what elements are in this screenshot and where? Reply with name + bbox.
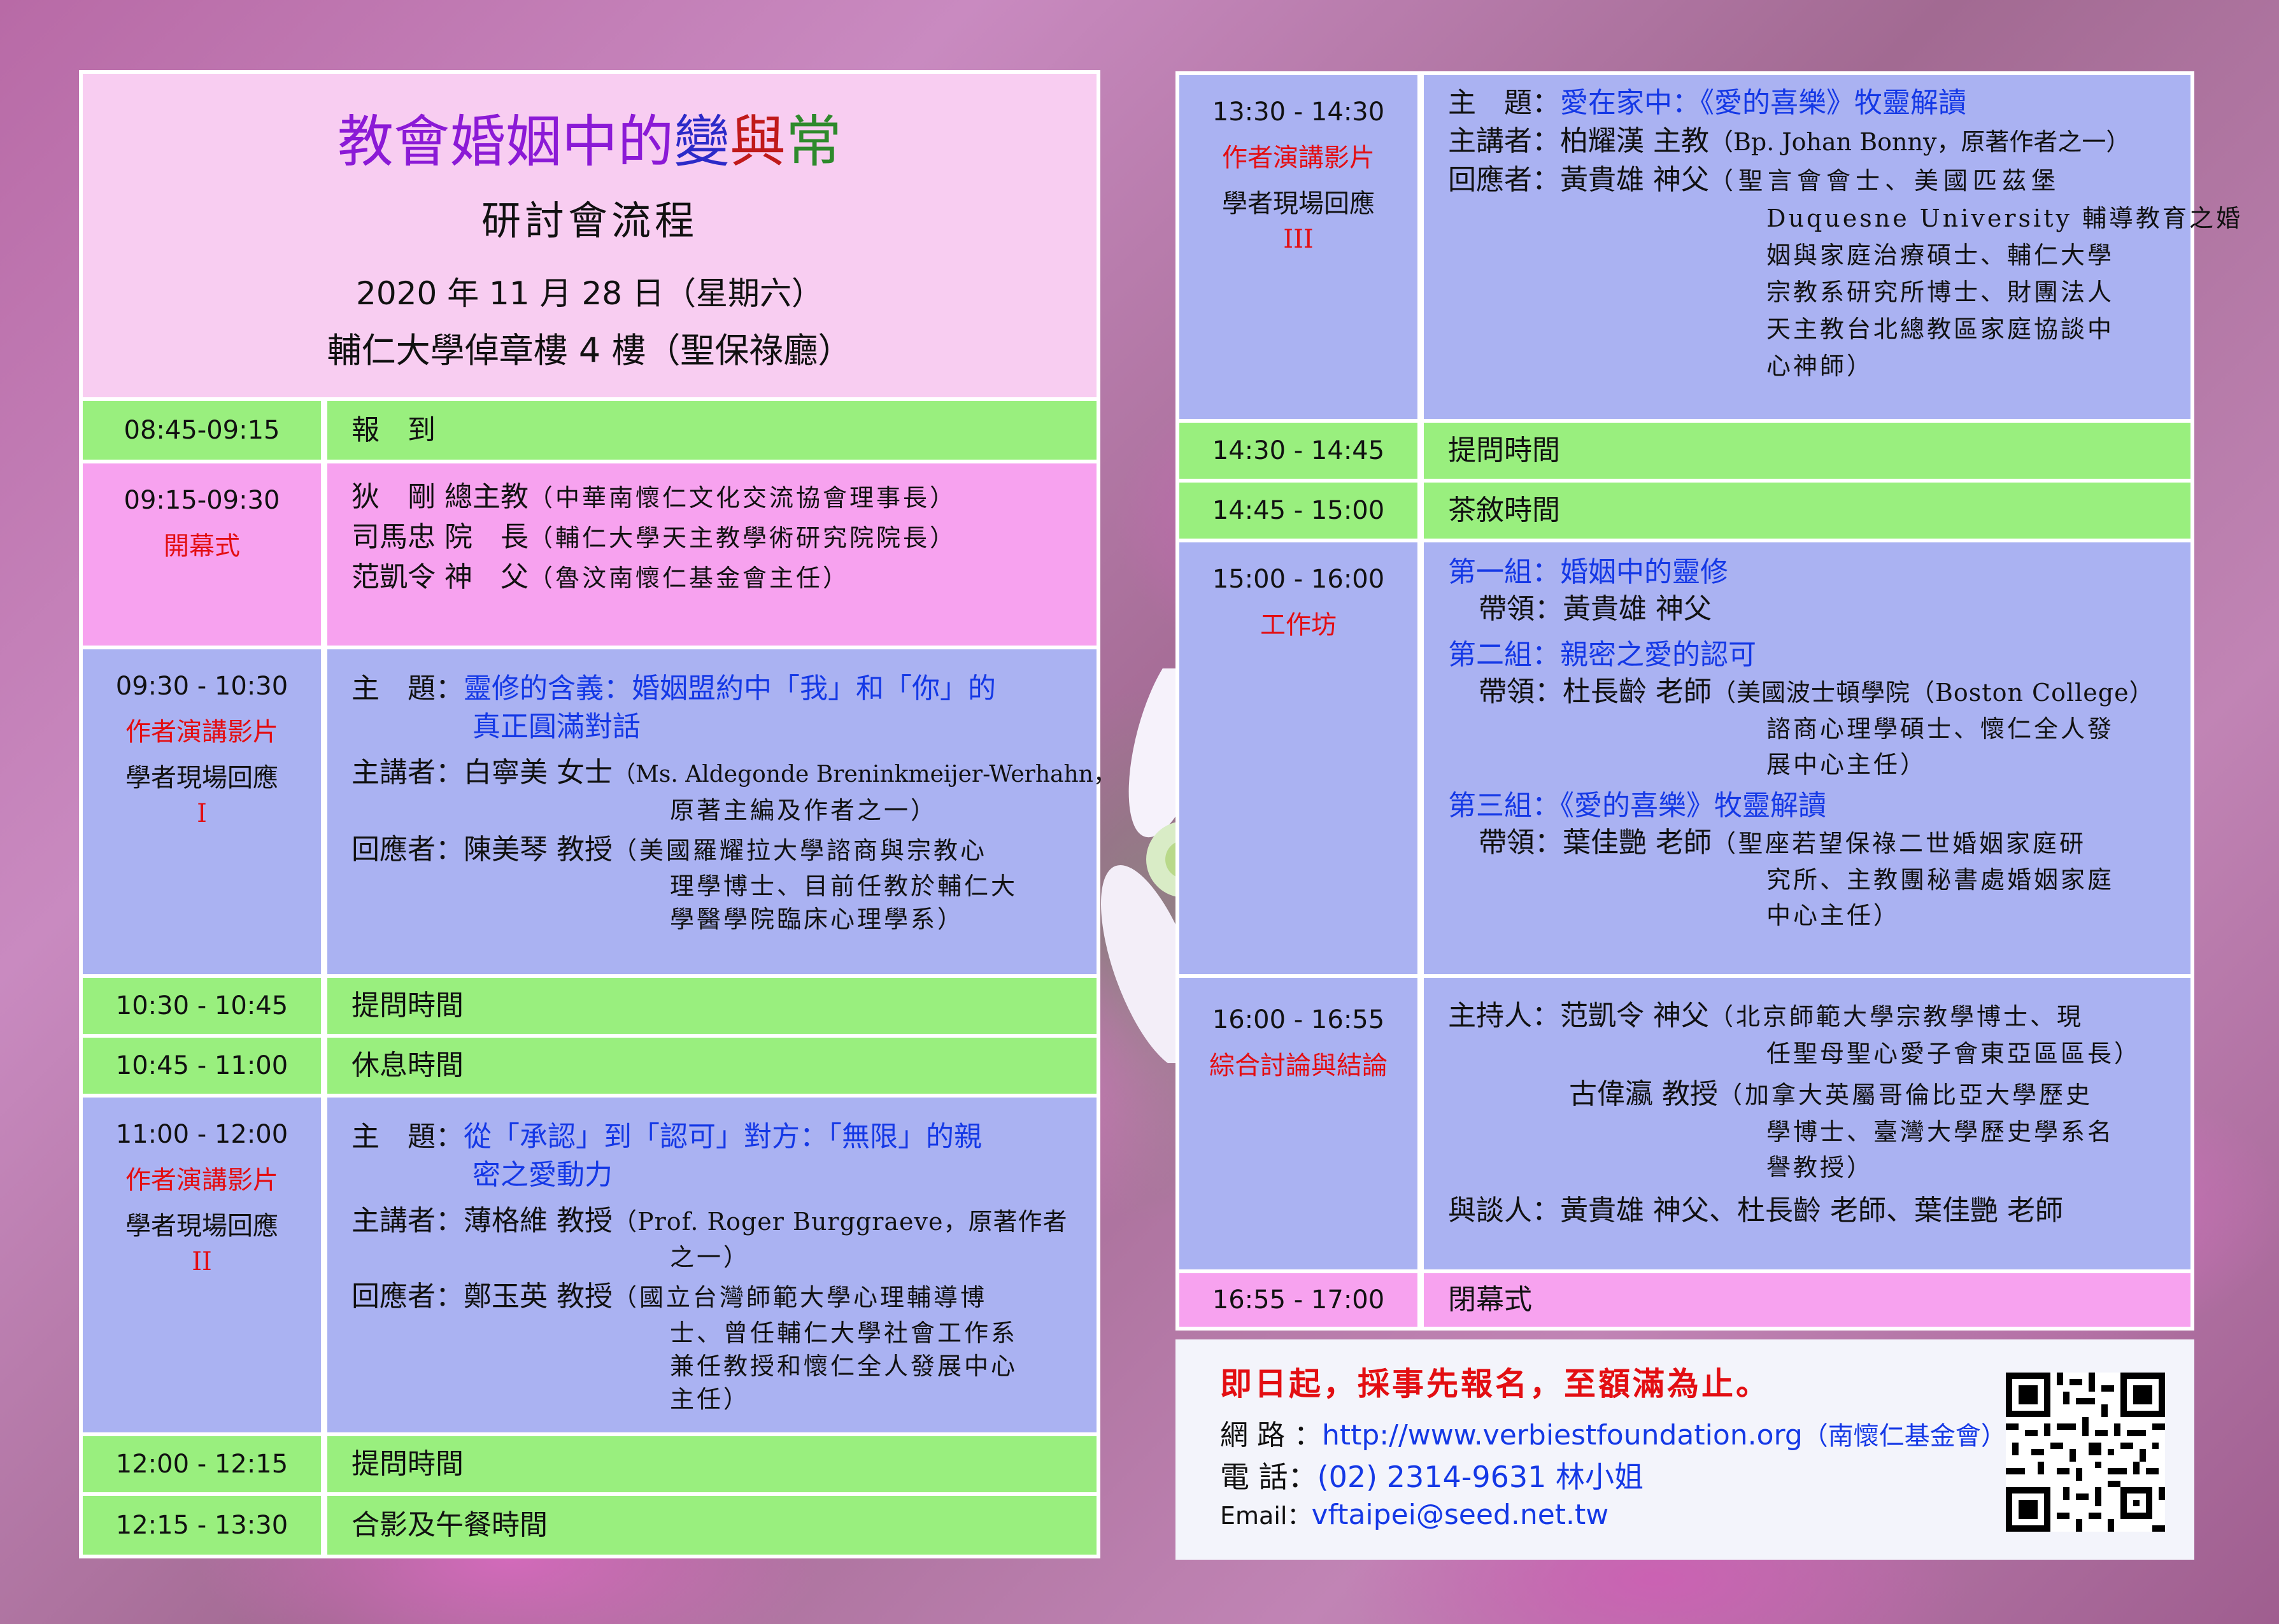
schedule-row: 14:30 - 14:45 提問時間 [1179, 423, 2190, 479]
schedule-row: 08:45-09:15 報 到 [83, 401, 1097, 460]
website-link[interactable]: http://www.verbiestfoundation.org [1322, 1419, 1803, 1451]
time-cell: 11:00 - 12:00 作者演講影片 學者現場回應 II [83, 1098, 321, 1432]
time-cell: 10:30 - 10:45 [83, 978, 321, 1034]
content-cell: 提問時間 [327, 978, 1097, 1034]
schedule-row: 09:15-09:30 開幕式 狄 剛 總主教（中華南懷仁文化交流協會理事長） … [83, 463, 1097, 646]
schedule-row: 12:15 - 13:30 合影及午餐時間 [83, 1496, 1097, 1555]
content-cell: 第一組：婚姻中的靈修 帶領：黃貴雄 神父 第二組：親密之愛的認可 帶領：杜長齡 … [1424, 542, 2190, 974]
time-cell: 08:45-09:15 [83, 401, 321, 460]
event-date: 2020 年 11 月 28 日（星期六） [356, 275, 823, 312]
content-cell: 主持人：范凱令 神父（北京師範大學宗教學博士、現 任聖母聖心愛子會東亞區區長） … [1424, 978, 2190, 1269]
content-cell: 茶敘時間 [1424, 483, 2190, 539]
time-cell: 16:00 - 16:55 綜合討論與結論 [1179, 978, 1417, 1269]
content-cell: 合影及午餐時間 [327, 1496, 1097, 1555]
schedule-row: 10:45 - 11:00 休息時間 [83, 1038, 1097, 1094]
content-cell: 主 題：從「承認」到「認可」對方：「無限」的親 密之愛動力 主講者：薄格維 教授… [327, 1098, 1097, 1432]
schedule-row: 16:00 - 16:55 綜合討論與結論 主持人：范凱令 神父（北京師範大學宗… [1179, 978, 2190, 1269]
schedule-row: 10:30 - 10:45 提問時間 [83, 978, 1097, 1034]
content-cell: 休息時間 [327, 1038, 1097, 1094]
content-cell: 主 題：愛在家中：《愛的喜樂》牧靈解讀 主講者：柏耀漢 主教（Bp. Johan… [1424, 75, 2240, 419]
time-cell: 12:00 - 12:15 [83, 1436, 321, 1492]
title-block: 教會婚姻中的變與常 研討會流程 2020 年 11 月 28 日（星期六） 輔仁… [83, 74, 1097, 397]
time-cell: 14:30 - 14:45 [1179, 423, 1417, 479]
phone-line: 電 話：(02) 2314-9631 林小姐 [1220, 1460, 1644, 1494]
subtitle: 研討會流程 [481, 197, 698, 244]
schedule-row: 11:00 - 12:00 作者演講影片 學者現場回應 II 主 題：從「承認」… [83, 1098, 1097, 1432]
right-schedule-panel: 13:30 - 14:30 作者演講影片 學者現場回應 III 主 題：愛在家中… [1175, 71, 2240, 1331]
content-cell: 閉幕式 [1424, 1273, 2190, 1327]
registration-box: 即日起，採事先報名，至額滿為止。 網 路 ：http://www.verbies… [1175, 1339, 2194, 1560]
time-cell: 16:55 - 17:00 [1179, 1273, 1417, 1327]
time-cell: 14:45 - 15:00 [1179, 483, 1417, 539]
content-cell: 主 題：靈修的含義：婚姻盟約中「我」和「你」的 真正圓滿對話 主講者：白寧美 女… [327, 649, 1116, 974]
workshop-group-title: 第二組：親密之愛的認可 [1448, 639, 1756, 671]
time-cell: 13:30 - 14:30 作者演講影片 學者現場回應 III [1179, 75, 1417, 419]
time-cell: 15:00 - 16:00 工作坊 [1179, 542, 1417, 974]
time-cell: 10:45 - 11:00 [83, 1038, 321, 1094]
event-venue: 輔仁大學倬章樓 4 樓（聖保祿廳） [327, 330, 853, 371]
schedule-row: 15:00 - 16:00 工作坊 第一組：婚姻中的靈修 帶領：黃貴雄 神父 第… [1179, 542, 2190, 974]
schedule-row: 09:30 - 10:30 作者演講影片 學者現場回應 I 主 題：靈修的含義：… [83, 649, 1116, 974]
time-cell: 12:15 - 13:30 [83, 1496, 321, 1555]
schedule-row: 12:00 - 12:15 提問時間 [83, 1436, 1097, 1492]
schedule-row: 16:55 - 17:00 閉幕式 [1179, 1273, 2190, 1327]
email-link[interactable]: vftaipei@seed.net.tw [1311, 1499, 1608, 1531]
time-cell: 09:15-09:30 開幕式 [83, 463, 321, 646]
schedule-row: 13:30 - 14:30 作者演講影片 學者現場回應 III 主 題：愛在家中… [1179, 75, 2240, 419]
workshop-group-title: 第三組：《愛的喜樂》牧靈解讀 [1448, 789, 1826, 822]
registration-headline: 即日起，採事先報名，至額滿為止。 [1220, 1366, 1770, 1402]
content-cell: 提問時間 [1424, 423, 2190, 479]
schedule-row: 14:45 - 15:00 茶敘時間 [1179, 483, 2190, 539]
left-schedule-panel: 教會婚姻中的變與常 研討會流程 2020 年 11 月 28 日（星期六） 輔仁… [79, 70, 1116, 1558]
workshop-group-title: 第一組：婚姻中的靈修 [1448, 556, 1728, 588]
email-line: Email：vftaipei@seed.net.tw [1220, 1499, 1609, 1531]
main-title: 教會婚姻中的變與常 [337, 109, 842, 174]
content-cell: 提問時間 [327, 1436, 1097, 1492]
time-cell: 09:30 - 10:30 作者演講影片 學者現場回應 I [83, 649, 321, 974]
content-cell: 報 到 [327, 401, 1097, 460]
website-line: 網 路 ：http://www.verbiestfoundation.org（南… [1220, 1419, 2006, 1451]
qr-code-icon[interactable] [2006, 1373, 2165, 1532]
content-cell: 狄 剛 總主教（中華南懷仁文化交流協會理事長） 司馬忠 院 長（輔仁大學天主教學… [327, 463, 1097, 646]
